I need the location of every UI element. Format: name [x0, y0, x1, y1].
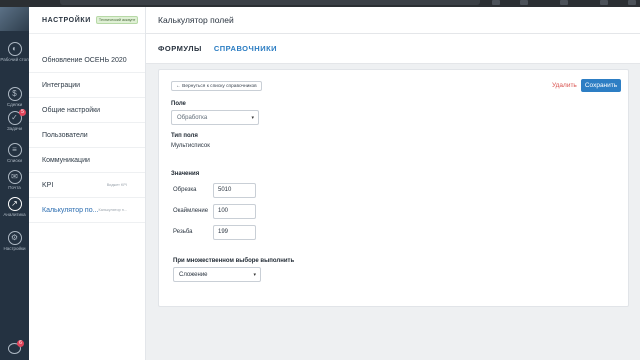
sidebar-item-general[interactable]: Общие настройки [29, 98, 145, 123]
analytics-icon: ↗ [7, 197, 22, 211]
sidebar-item-label: KPI [42, 181, 54, 189]
app-logo [0, 7, 29, 31]
account-tag: Технический аккаунт [95, 16, 139, 24]
settings-sidebar: НАСТРОЙКИ Технический аккаунт Обновление… [29, 7, 146, 360]
values-label: Значения [171, 171, 200, 177]
mail-icon: ✉ [7, 170, 22, 184]
browser-toolbar [0, 0, 640, 7]
value-name: Обрезка [173, 187, 197, 193]
tasks-badge: 5 [19, 109, 26, 116]
value-input[interactable]: 100 [213, 204, 256, 219]
rail-item-deals[interactable]: $ Сделки [0, 87, 29, 107]
rail-item-lists[interactable]: ≡ Списки [0, 143, 29, 163]
rail-item-tasks[interactable]: ✓ 5 Задачи [0, 109, 29, 131]
field-type-label: Тип поля [171, 133, 198, 139]
field-select-value: Обработка [177, 114, 208, 121]
save-button[interactable]: Сохранить [581, 79, 621, 92]
back-button[interactable]: ← Вернуться к списку справочников [171, 81, 262, 91]
field-select[interactable]: Обработка ▾ [171, 110, 259, 125]
app-rail: ◐ Рабочий стол $ Сделки ✓ 5 Задачи ≡ Спи… [0, 7, 29, 360]
value-name: Резьба [173, 229, 193, 235]
dictionary-editor-card: ← Вернуться к списку справочников Удалит… [158, 69, 629, 307]
sidebar-header: НАСТРОЙКИ Технический аккаунт [29, 7, 145, 34]
sidebar-item-label: Обновление ОСЕНЬ 2020 [42, 56, 127, 64]
chevron-down-icon: ▾ [251, 114, 254, 121]
rail-item-dashboard[interactable]: ◐ Рабочий стол [0, 42, 29, 62]
multi-operation-select[interactable]: Сложение ▾ [173, 267, 261, 282]
chat-icon[interactable]: 6 [8, 340, 24, 354]
settings-icon: ⚙ [7, 231, 22, 245]
field-type-value: Мультисписок [171, 143, 210, 149]
page-title: Калькулятор полей [158, 15, 234, 25]
tab-formulas[interactable]: ФОРМУЛЫ [158, 44, 202, 53]
sidebar-item-communications[interactable]: Коммуникации [29, 148, 145, 173]
sidebar-item-label: Пользователи [42, 131, 88, 139]
sidebar-item-label: Калькулятор по... [42, 206, 99, 214]
delete-button[interactable]: Удалить [552, 82, 577, 89]
rail-item-mail[interactable]: ✉ Почта [0, 170, 29, 190]
dashboard-icon: ◐ [7, 42, 22, 56]
menu-icon[interactable] [628, 0, 636, 5]
tab-dictionaries[interactable]: СПРАВОЧНИКИ [214, 44, 277, 53]
rail-item-analytics[interactable]: ↗ Аналитика [0, 197, 29, 217]
chat-badge: 6 [17, 340, 24, 347]
sidebar-item-label: Общие настройки [42, 106, 101, 114]
tabs: ФОРМУЛЫ СПРАВОЧНИКИ [146, 34, 640, 64]
sidebar-item-sublabel: Калькулятор п... [98, 208, 127, 212]
value-name: Окаймление [173, 208, 209, 214]
extension-icon[interactable] [520, 0, 528, 5]
extension-icon[interactable] [560, 0, 568, 5]
address-bar[interactable] [60, 0, 480, 5]
field-label: Поле [171, 101, 186, 107]
sidebar-item-update[interactable]: Обновление ОСЕНЬ 2020 [29, 48, 145, 73]
multi-select-label: При множественном выборе выполнить [173, 258, 295, 264]
sidebar-item-users[interactable]: Пользователи [29, 123, 145, 148]
main-area: Калькулятор полей ФОРМУЛЫ СПРАВОЧНИКИ ← … [146, 7, 640, 360]
value-input[interactable]: 5010 [213, 183, 256, 198]
chevron-down-icon: ▾ [253, 271, 256, 278]
multi-operation-value: Сложение [179, 271, 208, 278]
title-bar: Калькулятор полей [146, 7, 640, 34]
sidebar-item-integrations[interactable]: Интеграции [29, 73, 145, 98]
extension-icon[interactable] [492, 0, 500, 5]
sidebar-item-kpi[interactable]: KPI Виджет KPI [29, 173, 145, 198]
value-input[interactable]: 199 [213, 225, 256, 240]
rail-item-settings[interactable]: ⚙ Настройки [0, 231, 29, 251]
deals-icon: $ [7, 87, 22, 101]
sidebar-item-sublabel: Виджет KPI [106, 183, 127, 187]
sidebar-item-label: Интеграции [42, 81, 81, 89]
extension-icon[interactable] [600, 0, 608, 5]
sidebar-title: НАСТРОЙКИ [42, 16, 91, 24]
sidebar-item-calculator[interactable]: Калькулятор по... Калькулятор п... [29, 198, 145, 223]
sidebar-item-label: Коммуникации [42, 156, 90, 164]
lists-icon: ≡ [7, 143, 22, 157]
